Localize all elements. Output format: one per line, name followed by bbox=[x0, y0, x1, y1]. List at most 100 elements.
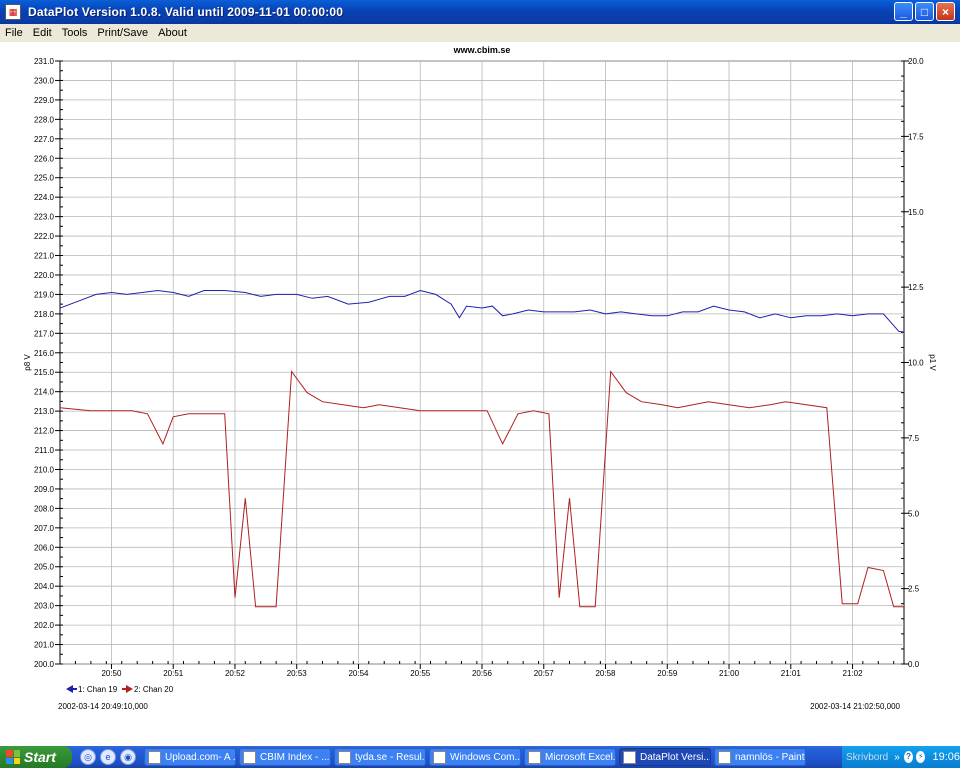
right-tick-label: 0.0 bbox=[908, 660, 920, 669]
left-tick-label: 200.0 bbox=[34, 660, 55, 669]
left-tick-label: 212.0 bbox=[34, 427, 55, 436]
taskbar-button[interactable]: namnlös - Paint bbox=[714, 748, 806, 766]
left-tick-label: 223.0 bbox=[34, 213, 55, 222]
network-icon[interactable]: ⚡ bbox=[916, 751, 926, 763]
app-icon bbox=[433, 750, 446, 764]
right-tick-label: 17.5 bbox=[908, 132, 924, 141]
menu-about[interactable]: About bbox=[153, 27, 192, 39]
desktop-toolbar-label[interactable]: Skrivbord bbox=[846, 752, 888, 763]
taskbar-button[interactable]: CBIM Index - ... bbox=[239, 748, 331, 766]
left-tick-label: 216.0 bbox=[34, 349, 55, 358]
menu-print-save[interactable]: Print/Save bbox=[92, 27, 153, 39]
app-icon bbox=[718, 750, 731, 764]
taskbar-button-label: CBIM Index - ... bbox=[260, 751, 330, 763]
left-axis-label: p8 V bbox=[23, 354, 32, 371]
clock: 19:06 bbox=[932, 751, 960, 763]
left-tick-label: 207.0 bbox=[34, 524, 55, 533]
x-tick-label: 21:00 bbox=[719, 669, 740, 678]
plot-area[interactable]: 200.0 201.0 202.0 203.0 204.0 205.0 206.0 207.0… bbox=[0, 42, 960, 746]
taskbar-button-label: DataPlot Versi... bbox=[640, 751, 711, 763]
right-axis-label: p1 V bbox=[928, 354, 937, 371]
left-tick-label: 224.0 bbox=[34, 193, 55, 202]
x-tick-label: 20:59 bbox=[657, 669, 678, 678]
taskbar: Start ◎ e ◉ Upload.com- A ... CBIM Index … bbox=[0, 746, 960, 768]
chevron-icon[interactable]: » bbox=[894, 752, 900, 763]
menu-bar: File Edit Tools Print/Save About bbox=[0, 24, 960, 43]
right-tick-label: 10.0 bbox=[908, 359, 924, 368]
left-tick-label: 221.0 bbox=[34, 252, 55, 261]
left-tick-label: 206.0 bbox=[34, 543, 55, 552]
legend-arrow-right-icon bbox=[122, 685, 133, 693]
app-icon bbox=[623, 750, 636, 764]
start-label: Start bbox=[24, 749, 56, 765]
internet-explorer-icon[interactable]: e bbox=[100, 749, 116, 765]
left-tick-label: 209.0 bbox=[34, 485, 55, 494]
right-tick-label: 15.0 bbox=[908, 208, 924, 217]
maximize-button[interactable]: □ bbox=[915, 2, 934, 21]
x-tick-label: 21:02 bbox=[843, 669, 864, 678]
left-tick-label: 222.0 bbox=[34, 232, 55, 241]
left-tick-label: 226.0 bbox=[34, 154, 55, 163]
x-tick-label: 20:51 bbox=[163, 669, 184, 678]
system-tray: Skrivbord » ? ⚡ 19:06 bbox=[842, 746, 960, 768]
minimize-button[interactable]: _ bbox=[894, 2, 913, 21]
left-tick-label: 203.0 bbox=[34, 602, 55, 611]
windows-logo-icon bbox=[6, 750, 20, 764]
taskbar-button[interactable]: DataPlot Versi... bbox=[619, 748, 711, 766]
taskbar-button[interactable]: Microsoft Excel... bbox=[524, 748, 616, 766]
taskbar-button[interactable]: Upload.com- A ... bbox=[144, 748, 236, 766]
left-tick-label: 201.0 bbox=[34, 641, 55, 650]
line-chart[interactable]: 200.0 201.0 202.0 203.0 204.0 205.0 206.0 207.0… bbox=[0, 42, 960, 746]
x-tick-label: 20:50 bbox=[101, 669, 122, 678]
task-list: Upload.com- A ... CBIM Index - ... tyda.se… bbox=[144, 748, 809, 766]
start-button[interactable]: Start bbox=[0, 746, 72, 768]
app-icon bbox=[338, 750, 351, 764]
close-button[interactable]: × bbox=[936, 2, 955, 21]
x-tick-label: 21:01 bbox=[781, 669, 802, 678]
legend-label: 2: Chan 20 bbox=[134, 685, 174, 694]
x-tick-label: 20:55 bbox=[410, 669, 431, 678]
x-tick-label: 20:54 bbox=[348, 669, 369, 678]
help-icon[interactable]: ? bbox=[903, 751, 914, 763]
taskbar-button[interactable]: Windows Com... bbox=[429, 748, 521, 766]
taskbar-button-label: tyda.se - Resul... bbox=[355, 751, 426, 763]
chart-title: www.cbim.se bbox=[453, 45, 511, 55]
right-tick-label: 2.5 bbox=[908, 585, 920, 594]
left-tick-label: 218.0 bbox=[34, 310, 55, 319]
left-tick-label: 219.0 bbox=[34, 290, 55, 299]
right-tick-label: 7.5 bbox=[908, 434, 920, 443]
left-tick-label: 228.0 bbox=[34, 115, 55, 124]
x-tick-label: 20:58 bbox=[595, 669, 616, 678]
taskbar-button-label: namnlös - Paint bbox=[735, 751, 805, 763]
media-icon[interactable]: ◉ bbox=[120, 749, 136, 765]
taskbar-button-label: Upload.com- A ... bbox=[165, 751, 236, 763]
browser-icon[interactable]: ◎ bbox=[80, 749, 96, 765]
legend-arrow-left-icon bbox=[66, 685, 77, 693]
left-tick-label: 217.0 bbox=[34, 329, 55, 338]
left-tick-label: 210.0 bbox=[34, 465, 55, 474]
left-tick-label: 213.0 bbox=[34, 407, 55, 416]
menu-file[interactable]: File bbox=[0, 27, 28, 39]
left-tick-label: 205.0 bbox=[34, 563, 55, 572]
app-icon bbox=[528, 750, 541, 764]
menu-edit[interactable]: Edit bbox=[28, 27, 57, 39]
app-icon bbox=[243, 750, 256, 764]
menu-tools[interactable]: Tools bbox=[57, 27, 93, 39]
title-bar[interactable]: ▦ DataPlot Version 1.0.8. Valid until 20… bbox=[0, 0, 960, 24]
left-tick-label: 215.0 bbox=[34, 368, 55, 377]
left-tick-label: 231.0 bbox=[34, 57, 55, 66]
x-tick-label: 20:52 bbox=[225, 669, 246, 678]
taskbar-button[interactable]: tyda.se - Resul... bbox=[334, 748, 426, 766]
left-tick-label: 227.0 bbox=[34, 135, 55, 144]
left-tick-label: 208.0 bbox=[34, 504, 55, 513]
taskbar-button-label: Microsoft Excel... bbox=[545, 751, 616, 763]
right-tick-label: 5.0 bbox=[908, 509, 920, 518]
app-icon: ▦ bbox=[5, 4, 21, 20]
left-tick-label: 214.0 bbox=[34, 388, 55, 397]
left-tick-label: 229.0 bbox=[34, 96, 55, 105]
quick-launch: ◎ e ◉ bbox=[80, 749, 136, 765]
x-tick-label: 20:57 bbox=[534, 669, 555, 678]
right-tick-label: 20.0 bbox=[908, 57, 924, 66]
left-tick-label: 225.0 bbox=[34, 174, 55, 183]
left-tick-label: 211.0 bbox=[35, 446, 55, 455]
